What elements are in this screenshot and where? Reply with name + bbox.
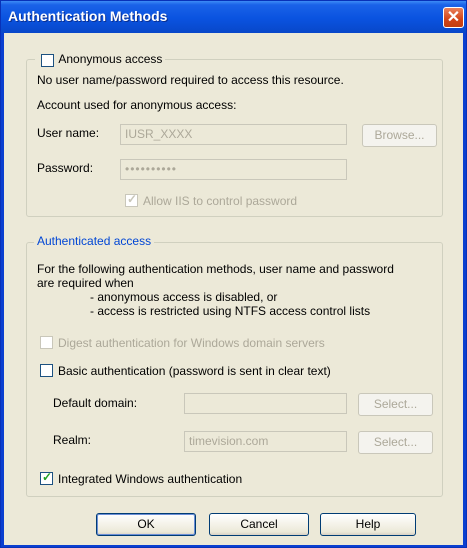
default-domain-label: Default domain:: [53, 396, 138, 410]
window-title: Authentication Methods: [8, 8, 168, 24]
anonymous-description: No user name/password required to access…: [37, 73, 344, 87]
username-label: User name:: [37, 126, 100, 140]
anonymous-access-checkbox[interactable]: [41, 54, 54, 68]
close-icon: ✕: [446, 9, 461, 26]
realm-label: Realm:: [53, 433, 92, 447]
authenticated-access-legend: Authenticated access: [34, 234, 155, 248]
realm-field[interactable]: timevision.com: [184, 431, 347, 452]
cancel-button[interactable]: Cancel: [209, 513, 309, 536]
authentication-methods-dialog: Authentication Methods ✕ Anonymous acces…: [0, 0, 467, 548]
anonymous-access-label[interactable]: Anonymous access: [58, 52, 162, 66]
close-button[interactable]: ✕: [443, 7, 464, 28]
allow-iis-check-icon: ✓: [127, 192, 138, 206]
realm-select-button[interactable]: Select...: [358, 431, 433, 454]
integrated-auth-check-icon: ✓: [42, 470, 53, 484]
digest-auth-label[interactable]: Digest authentication for Windows domain…: [58, 336, 325, 350]
digest-auth-checkbox[interactable]: [40, 336, 53, 349]
password-label: Password:: [37, 161, 94, 175]
auth-description-line-1: For the following authentication methods…: [37, 262, 394, 276]
password-field[interactable]: ••••••••••: [120, 159, 347, 180]
auth-description-line-2: are required when: [37, 276, 134, 290]
help-button[interactable]: Help: [320, 513, 416, 536]
basic-auth-checkbox[interactable]: [40, 364, 53, 377]
anonymous-access-legend: Anonymous access: [35, 51, 166, 68]
browse-button[interactable]: Browse...: [362, 124, 437, 147]
auth-description-line-4: - access is restricted using NTFS access…: [90, 304, 371, 318]
dialog-body: Anonymous access No user name/password r…: [4, 33, 463, 545]
account-label: Account used for anonymous access:: [37, 98, 237, 112]
integrated-auth-label[interactable]: Integrated Windows authentication: [58, 472, 242, 486]
allow-iis-label[interactable]: Allow IIS to control password: [143, 194, 297, 208]
auth-description-line-3: - anonymous access is disabled, or: [90, 290, 278, 304]
allow-iis-checkbox[interactable]: ✓: [125, 192, 138, 207]
default-domain-field[interactable]: [184, 393, 347, 414]
default-domain-select-button[interactable]: Select...: [358, 393, 433, 416]
title-bar[interactable]: Authentication Methods ✕: [1, 1, 466, 33]
integrated-auth-checkbox[interactable]: ✓: [40, 470, 53, 485]
username-field[interactable]: IUSR_XXXX: [120, 124, 347, 145]
basic-auth-label[interactable]: Basic authentication (password is sent i…: [58, 364, 331, 378]
ok-button[interactable]: OK: [96, 513, 196, 536]
